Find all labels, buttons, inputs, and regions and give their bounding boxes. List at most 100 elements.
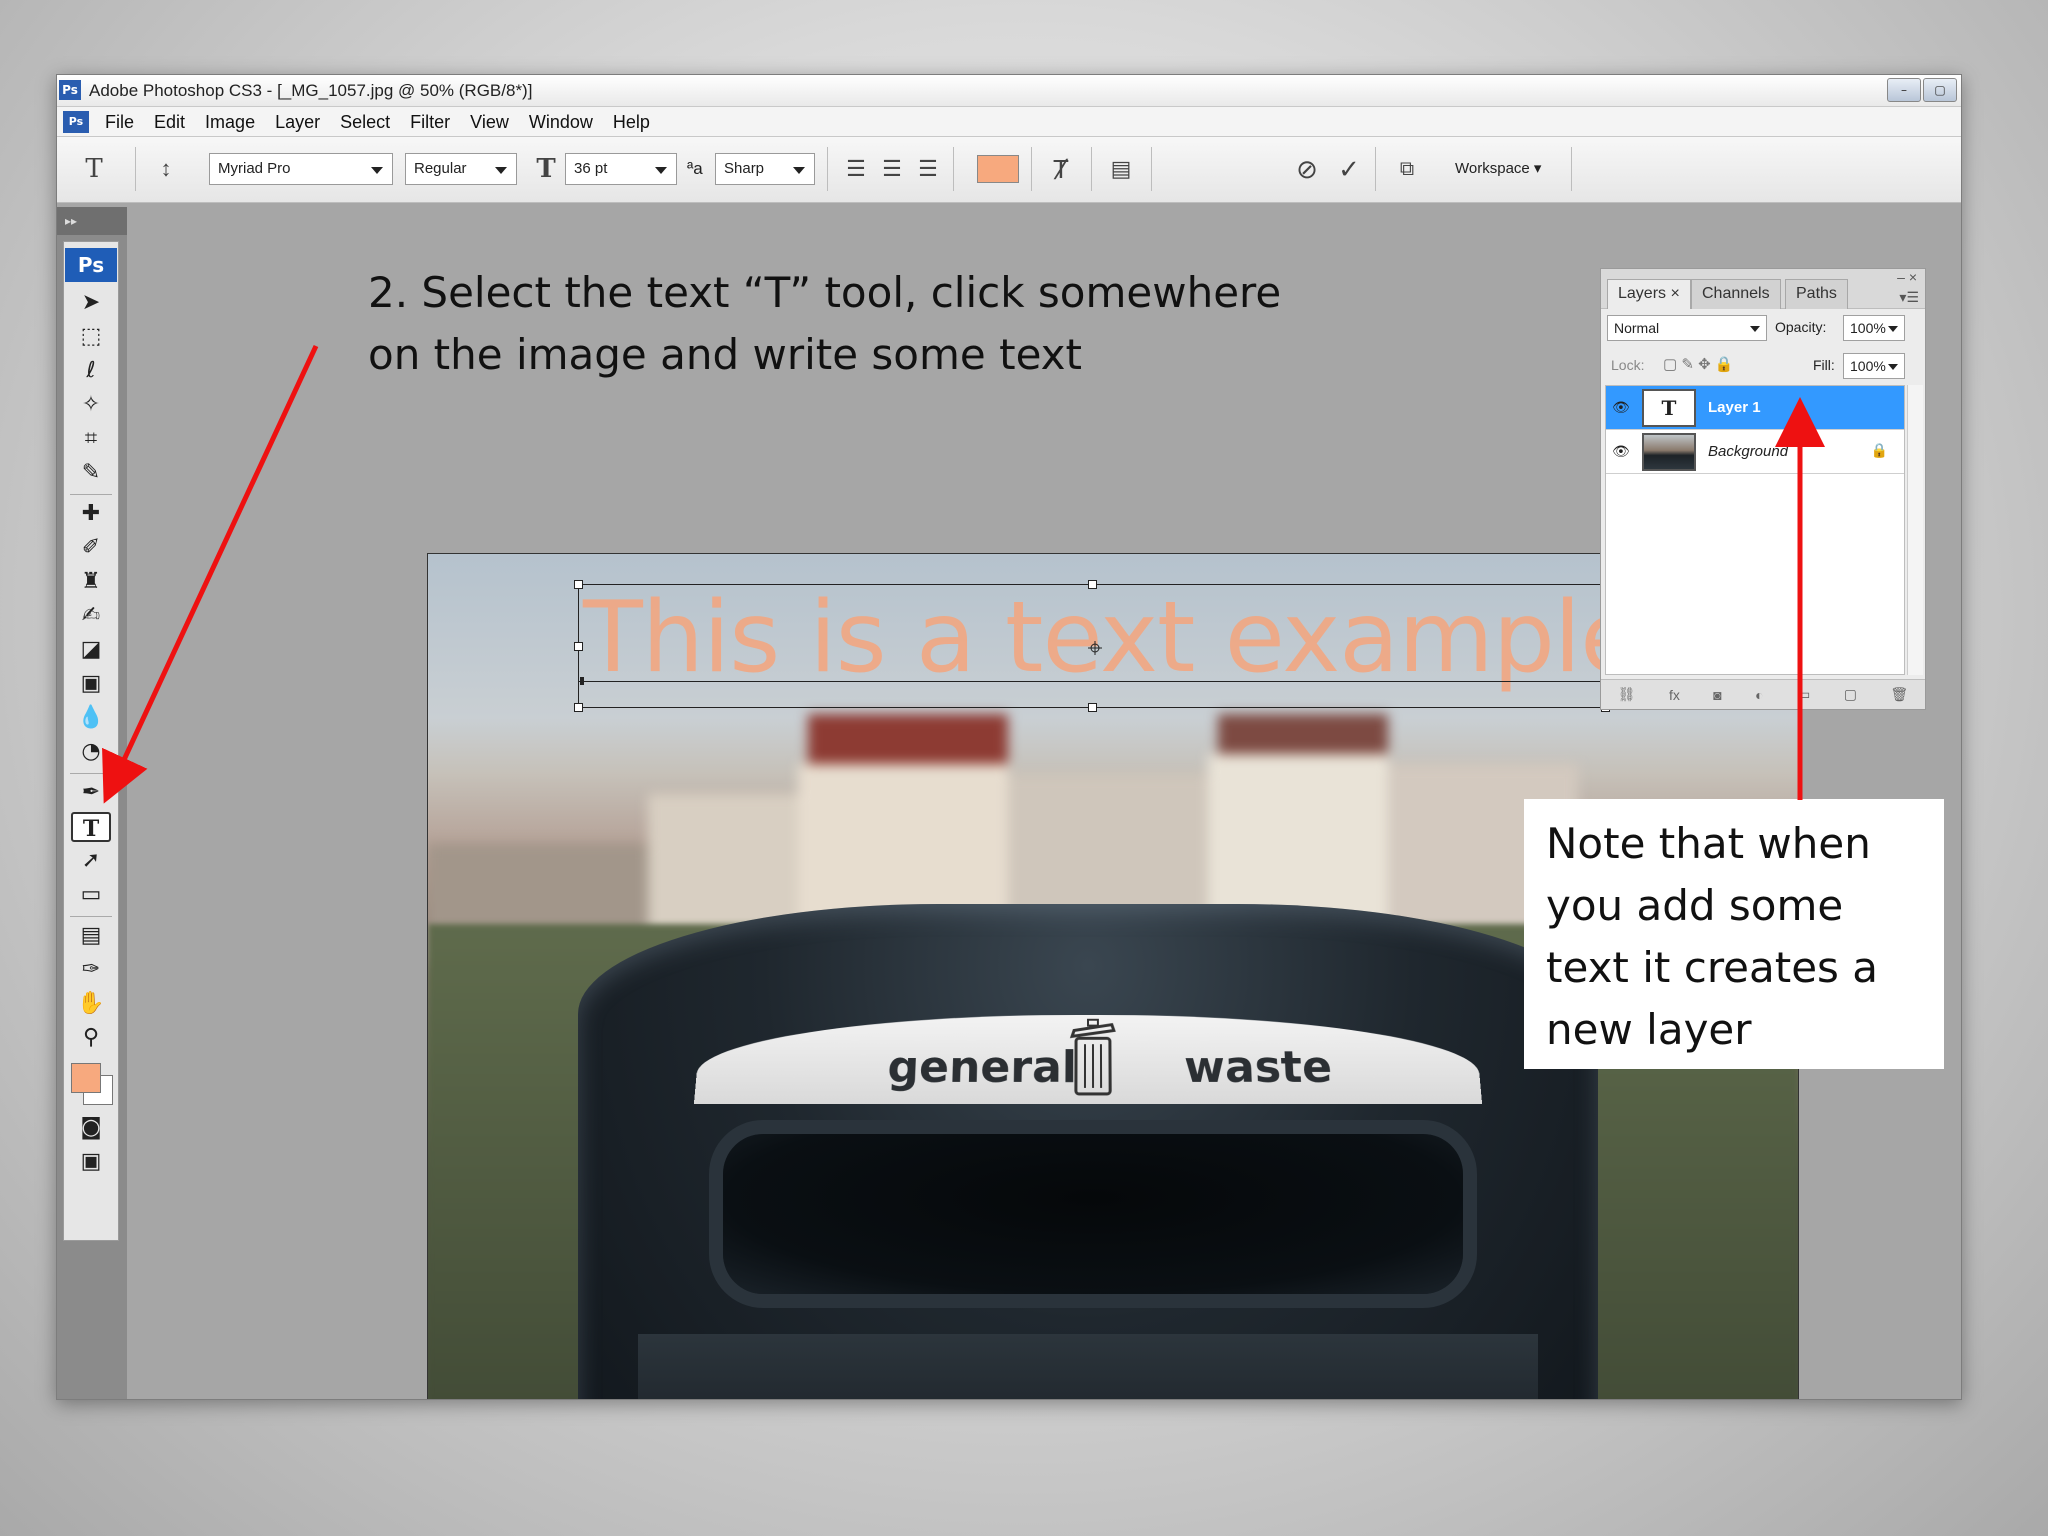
screen-mode-icon[interactable]: ▣ <box>71 1147 111 1177</box>
layer-name[interactable]: Background <box>1708 443 1788 460</box>
text-tool-preset-icon[interactable]: T <box>79 153 109 185</box>
commit-edits-icon[interactable]: ✓ <box>1333 153 1365 185</box>
reference-point-icon <box>1088 641 1102 655</box>
new-layer-icon[interactable]: ▢ <box>1844 686 1857 703</box>
menu-bar: Ps File Edit Image Layer Select Filter V… <box>57 107 1961 137</box>
dodge-tool-icon[interactable]: ◔ <box>71 737 111 767</box>
ps-logo[interactable]: Ps <box>65 248 117 282</box>
document-icon[interactable]: Ps <box>63 110 89 133</box>
bin-lower-body <box>638 1334 1538 1399</box>
fill-input[interactable]: 100% <box>1843 353 1905 379</box>
align-center-icon[interactable]: ☰ <box>875 153 909 185</box>
hand-tool-icon[interactable]: ✋ <box>71 989 111 1019</box>
divider <box>1151 147 1152 191</box>
bin-word-general: general <box>886 1042 1078 1093</box>
blur-tool-icon[interactable]: 💧 <box>71 703 111 733</box>
menu-filter[interactable]: Filter <box>400 107 460 137</box>
layer-row-background[interactable]: 👁 Background 🔒 <box>1606 430 1904 474</box>
layers-scrollbar[interactable] <box>1907 385 1923 675</box>
menu-help[interactable]: Help <box>603 107 660 137</box>
eraser-tool-icon[interactable]: ◪ <box>71 635 111 665</box>
tools-list: Ps ➤ ⬚ ℓ ✧ ⌗ ✎ ✚ ✐ ♜ ✍ ◪ ▣ 💧 ◔ ✒ T ➚ ▭ ▤… <box>63 241 119 1241</box>
visibility-eye-icon[interactable]: 👁 <box>1612 399 1632 415</box>
panel-menu-icon[interactable]: ▾☰ <box>1899 289 1919 306</box>
antialias-select[interactable]: Sharp <box>715 153 815 185</box>
tab-paths[interactable]: Paths <box>1785 279 1848 309</box>
resize-handle[interactable] <box>1088 703 1097 712</box>
brush-tool-icon[interactable]: ✐ <box>71 533 111 563</box>
minimize-button[interactable]: – <box>1887 78 1921 102</box>
foreground-color-swatch[interactable] <box>71 1063 101 1093</box>
notes-tool-icon[interactable]: ▤ <box>71 921 111 951</box>
menu-view[interactable]: View <box>460 107 519 137</box>
tools-panel-collapse-icon[interactable]: ▸▸ <box>57 207 127 235</box>
layer-mask-icon[interactable]: ◙ <box>1713 687 1721 703</box>
bin-label: general waste <box>693 1014 1483 1105</box>
link-layers-icon[interactable]: ⛓ <box>1618 686 1636 703</box>
menu-layer[interactable]: Layer <box>265 107 330 137</box>
menu-window[interactable]: Window <box>519 107 603 137</box>
cancel-edits-icon[interactable]: ⊘ <box>1291 153 1323 185</box>
divider <box>70 916 112 917</box>
font-family-select[interactable]: Myriad Pro <box>209 153 393 185</box>
options-bar: T ↕ Myriad Pro Regular T 36 pt ªa Sharp … <box>57 137 1961 203</box>
resize-handle[interactable] <box>1088 580 1097 589</box>
divider <box>1571 147 1572 191</box>
slice-tool-icon[interactable]: ✎ <box>71 458 111 488</box>
layer-style-icon[interactable]: fx <box>1669 687 1680 703</box>
layer-name[interactable]: Layer 1 <box>1708 399 1761 416</box>
canvas-text[interactable]: This is a text example <box>583 581 1640 695</box>
lasso-tool-icon[interactable]: ℓ <box>71 356 111 386</box>
tab-channels[interactable]: Channels <box>1691 279 1781 309</box>
font-size-select[interactable]: 36 pt <box>565 153 677 185</box>
zoom-tool-icon[interactable]: ⚲ <box>71 1023 111 1053</box>
warp-text-icon[interactable]: Ⱦ <box>1043 153 1079 185</box>
font-style-select[interactable]: Regular <box>405 153 517 185</box>
menu-select[interactable]: Select <box>330 107 400 137</box>
bin-opening <box>723 1134 1463 1294</box>
resize-handle[interactable] <box>574 580 583 589</box>
layer-row-layer-1[interactable]: 👁 T Layer 1 <box>1606 386 1904 430</box>
character-palette-icon[interactable]: ▤ <box>1103 153 1139 185</box>
healing-brush-tool-icon[interactable]: ✚ <box>71 499 111 529</box>
fill-label: Fill: <box>1813 357 1835 373</box>
text-orientation-icon[interactable]: ↕ <box>151 153 181 185</box>
resize-handle[interactable] <box>574 642 583 651</box>
color-swatches[interactable] <box>69 1061 113 1109</box>
move-tool-icon[interactable]: ➤ <box>71 288 111 318</box>
align-right-icon[interactable]: ☰ <box>911 153 945 185</box>
new-group-icon[interactable]: ▭ <box>1797 686 1810 703</box>
text-tool-icon[interactable]: T <box>71 812 111 842</box>
magic-wand-tool-icon[interactable]: ✧ <box>71 390 111 420</box>
blend-mode-select[interactable]: Normal <box>1607 315 1767 341</box>
opacity-input[interactable]: 100% <box>1843 315 1905 341</box>
bridge-icon[interactable]: ⧉ <box>1387 153 1427 185</box>
adjustment-layer-icon[interactable]: ◐ <box>1755 687 1763 703</box>
menu-edit[interactable]: Edit <box>144 107 195 137</box>
instruction-text: 2. Select the text “T” tool, click somew… <box>368 268 1282 379</box>
clone-stamp-tool-icon[interactable]: ♜ <box>71 567 111 597</box>
text-bounding-box[interactable]: This is a text example <box>574 580 1640 712</box>
delete-layer-icon[interactable]: 🗑 <box>1890 686 1908 703</box>
history-brush-tool-icon[interactable]: ✍ <box>71 601 111 631</box>
marquee-tool-icon[interactable]: ⬚ <box>71 322 111 352</box>
maximize-button[interactable]: ▢ <box>1923 78 1957 102</box>
menu-file[interactable]: File <box>95 107 144 137</box>
tab-layers[interactable]: Layers × <box>1607 279 1691 309</box>
quick-mask-icon[interactable]: ◙ <box>71 1113 111 1143</box>
visibility-eye-icon[interactable]: 👁 <box>1612 443 1632 459</box>
eyedropper-tool-icon[interactable]: ✑ <box>71 955 111 985</box>
menu-image[interactable]: Image <box>195 107 265 137</box>
align-left-icon[interactable]: ☰ <box>839 153 873 185</box>
path-selection-tool-icon[interactable]: ➚ <box>71 846 111 876</box>
lock-icons[interactable]: ▢ ✎ ✥ 🔒 <box>1663 355 1734 373</box>
rectangle-tool-icon[interactable]: ▭ <box>71 880 111 910</box>
resize-handle[interactable] <box>574 703 583 712</box>
text-baseline <box>579 681 1605 682</box>
text-color-swatch[interactable] <box>977 155 1019 183</box>
workspace-menu[interactable]: Workspace ▾ <box>1455 153 1541 185</box>
crop-tool-icon[interactable]: ⌗ <box>71 424 111 454</box>
gradient-tool-icon[interactable]: ▣ <box>71 669 111 699</box>
panel-close-icon[interactable]: – × <box>1897 269 1917 285</box>
pen-tool-icon[interactable]: ✒ <box>71 778 111 808</box>
